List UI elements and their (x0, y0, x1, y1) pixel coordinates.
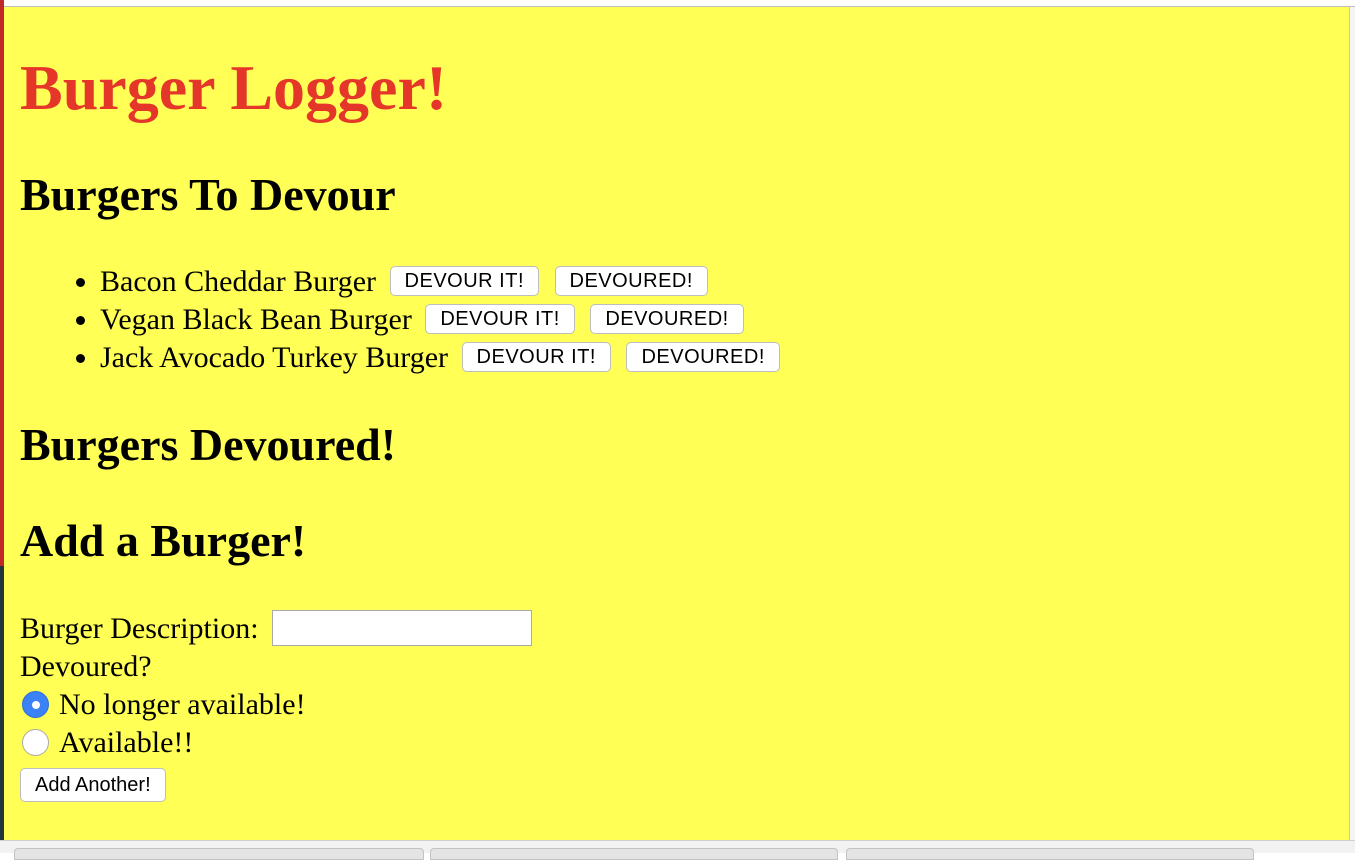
to-devour-list: Bacon Cheddar Burger DEVOUR IT! DEVOURED… (20, 263, 780, 377)
description-row: Burger Description: (20, 610, 533, 648)
radio-no-longer-available[interactable] (22, 690, 49, 718)
burger-name: Vegan Black Bean Burger (100, 303, 412, 336)
devoured-heading: Burgers Devoured! (20, 419, 397, 470)
devoured-button[interactable]: DEVOURED! (626, 342, 780, 373)
add-burger-heading: Add a Burger! (20, 515, 307, 566)
list-item: Jack Avocado Turkey Burger DEVOUR IT! DE… (100, 339, 780, 377)
radio-label: No longer available! (59, 688, 306, 721)
burger-name: Jack Avocado Turkey Burger (100, 341, 449, 374)
devour-it-button[interactable]: DEVOUR IT! (461, 342, 611, 373)
devoured-question: Devoured? (20, 650, 152, 683)
bottom-tab-2[interactable] (430, 848, 838, 860)
to-devour-heading: Burgers To Devour (20, 169, 396, 220)
top-border (0, 0, 1355, 7)
scrollbar-gutter[interactable] (1349, 7, 1355, 842)
list-item: Vegan Black Bean Burger DEVOUR IT! DEVOU… (100, 301, 780, 339)
add-burger-form: Burger Description: Devoured? No longer … (20, 610, 533, 802)
radio-label: Available!! (59, 726, 194, 759)
page-content: Burger Logger! Burgers To Devour Bacon C… (4, 7, 1349, 840)
burger-description-input[interactable] (272, 610, 533, 647)
browser-frame: Burger Logger! Burgers To Devour Bacon C… (0, 0, 1355, 860)
page-title: Burger Logger! (20, 52, 448, 123)
devour-it-button[interactable]: DEVOUR IT! (425, 304, 575, 335)
bottom-tab-1[interactable] (14, 848, 424, 860)
radio-available[interactable] (22, 728, 49, 756)
devoured-button[interactable]: DEVOURED! (554, 266, 708, 297)
bottom-tab-3[interactable] (846, 848, 1254, 860)
description-label: Burger Description: (20, 612, 259, 645)
radio-row-available[interactable]: Available!! (20, 724, 532, 762)
devoured-button[interactable]: DEVOURED! (590, 304, 744, 335)
burger-name: Bacon Cheddar Burger (100, 265, 377, 298)
list-item: Bacon Cheddar Burger DEVOUR IT! DEVOURED… (100, 263, 780, 301)
radio-row-no-longer-available[interactable]: No longer available! (20, 686, 532, 724)
devour-it-button[interactable]: DEVOUR IT! (389, 266, 539, 297)
add-another-button[interactable]: Add Another! (20, 768, 166, 802)
